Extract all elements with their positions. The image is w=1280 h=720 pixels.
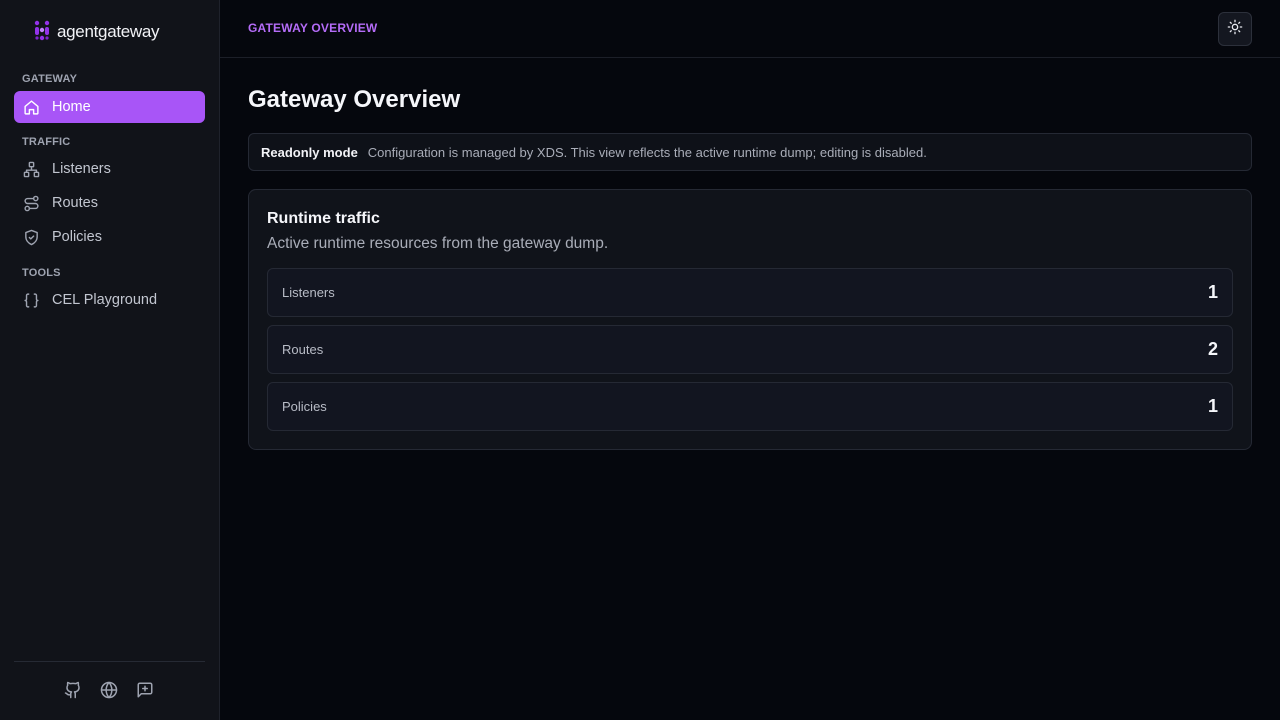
network-icon (22, 160, 40, 178)
stat-label: Routes (282, 342, 324, 357)
readonly-notice: Readonly mode Configuration is managed b… (248, 133, 1252, 171)
feedback-icon[interactable] (136, 681, 154, 699)
stat-row-listeners[interactable]: Listeners 1 (267, 268, 1233, 317)
braces-icon (22, 291, 40, 309)
stat-row-policies[interactable]: Policies 1 (267, 382, 1233, 431)
sidebar-item-label: Routes (52, 195, 98, 211)
sidebar-item-policies[interactable]: Policies (14, 221, 205, 253)
sidebar-item-home[interactable]: Home (14, 91, 205, 123)
sun-icon (1227, 19, 1243, 40)
section-label-gateway: GATEWAY (22, 73, 78, 85)
route-icon (22, 194, 40, 212)
sidebar: agentgateway GATEWAY Home TRAFFIC Listen… (0, 0, 220, 720)
stat-value: 1 (1207, 396, 1218, 416)
section-label-tools: TOOLS (22, 267, 61, 279)
logo[interactable]: agentgateway (33, 19, 160, 46)
sidebar-item-label: Listeners (52, 161, 111, 177)
stat-label: Policies (282, 399, 327, 414)
notice-text: Configuration is managed by XDS. This vi… (367, 144, 927, 160)
sidebar-item-cel-playground[interactable]: CEL Playground (14, 284, 205, 316)
notice-title: Readonly mode (261, 144, 358, 160)
sidebar-item-label: Policies (52, 229, 102, 245)
stat-row-routes[interactable]: Routes 2 (267, 325, 1233, 374)
stat-value: 1 (1207, 282, 1218, 302)
sidebar-item-label: Home (52, 99, 91, 115)
logo-text: agentgateway (57, 22, 160, 41)
stat-label: Listeners (282, 285, 335, 300)
globe-icon[interactable] (100, 681, 118, 699)
sidebar-divider (14, 661, 205, 662)
card-subtitle: Active runtime resources from the gatewa… (267, 235, 609, 252)
breadcrumb: GATEWAY OVERVIEW (248, 21, 378, 35)
topbar: GATEWAY OVERVIEW (220, 0, 1280, 58)
stat-value: 2 (1207, 339, 1218, 359)
github-icon[interactable] (64, 681, 82, 699)
card-title: Runtime traffic (267, 210, 380, 227)
page-title: Gateway Overview (248, 86, 461, 113)
theme-toggle-button[interactable] (1218, 12, 1252, 46)
sidebar-item-listeners[interactable]: Listeners (14, 153, 205, 185)
logo-icon (33, 19, 51, 46)
runtime-traffic-card: Runtime traffic Active runtime resources… (248, 189, 1252, 450)
sidebar-item-label: CEL Playground (52, 292, 158, 308)
shield-check-icon (22, 228, 40, 246)
section-label-traffic: TRAFFIC (22, 136, 71, 148)
home-icon (22, 98, 40, 116)
sidebar-item-routes[interactable]: Routes (14, 187, 205, 219)
